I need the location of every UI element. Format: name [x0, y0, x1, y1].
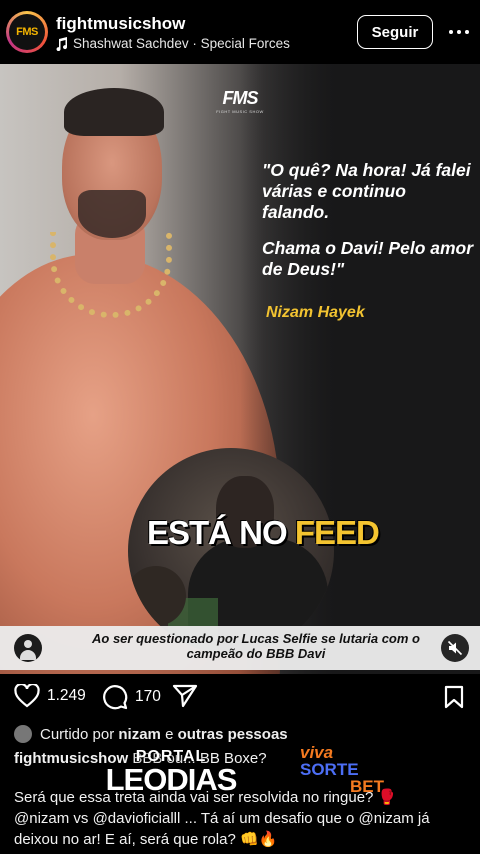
logo-main: FMS	[222, 88, 259, 108]
liked-by[interactable]: Curtido por nizam e outras pessoas	[14, 725, 288, 743]
like-count[interactable]: 1.249	[47, 687, 86, 705]
caption-bar: Ao ser questionado por Lucas Selfie se l…	[0, 626, 480, 670]
leodias-main: LEODIAS	[105, 762, 238, 797]
overlay-headline: ESTÁ NO FEED	[147, 514, 380, 552]
comment-icon[interactable]	[102, 684, 128, 710]
liked-user[interactable]: nizam	[118, 726, 161, 743]
liker-avatar	[14, 725, 32, 743]
avatar-logo: FMS	[9, 14, 45, 50]
quote-block: "O quê? Na hora! Já falei várias e conti…	[262, 160, 476, 295]
quote-line-1: "O quê? Na hora! Já falei várias e conti…	[262, 160, 471, 222]
person-hair	[64, 88, 164, 136]
user-icon[interactable]	[14, 634, 42, 662]
like-action[interactable]: 1.249	[14, 684, 86, 708]
username[interactable]: fightmusicshow	[56, 14, 185, 34]
bookmark-icon[interactable]	[444, 685, 464, 714]
liked-connector: e	[165, 725, 174, 743]
overlay-text-b: FEED	[294, 514, 380, 551]
mute-icon[interactable]	[441, 634, 469, 662]
portal-leodias-watermark: PORTAL LEODIAS	[96, 748, 246, 797]
comment-count[interactable]: 170	[135, 688, 161, 706]
video-second-person	[128, 566, 186, 626]
action-bar: 1.249 170	[0, 680, 480, 714]
post-media[interactable]: FMS FIGHT MUSIC SHOW "O quê? Na hora! Já…	[0, 64, 480, 674]
viva-1: viva	[300, 743, 334, 762]
share-action[interactable]	[172, 684, 198, 708]
person-beard	[78, 190, 146, 238]
vivasorte-watermark: viva SORTE BET	[300, 744, 384, 795]
profile-avatar[interactable]: FMS	[6, 11, 48, 53]
follow-button[interactable]: Seguir	[357, 15, 433, 49]
post-header: FMS fightmusicshow Shashwat Sachdev · Sp…	[0, 0, 480, 64]
music-label: Shashwat Sachdev · Special Forces	[73, 36, 290, 51]
share-icon[interactable]	[172, 684, 198, 708]
music-note-icon	[56, 36, 68, 51]
liked-others[interactable]: outras pessoas	[178, 726, 288, 743]
overlay-text-a: ESTÁ NO	[147, 514, 295, 551]
logo-sub: FIGHT MUSIC SHOW	[216, 109, 264, 114]
fms-logo: FMS FIGHT MUSIC SHOW	[212, 88, 268, 114]
viva-2: SORTE	[300, 760, 359, 779]
quote-line-2: Chama o Davi! Pelo amor de Deus!"	[262, 238, 474, 279]
video-caption: Ao ser questionado por Lucas Selfie se l…	[92, 631, 420, 661]
comment-action[interactable]: 170	[102, 684, 161, 710]
viva-3: BET	[350, 777, 384, 796]
more-icon[interactable]	[446, 22, 472, 42]
caption-line-3: @nizam vs @davioficialll ... Tá aí um de…	[14, 810, 430, 848]
liked-prefix: Curtido por	[40, 725, 115, 743]
heart-icon[interactable]	[14, 684, 40, 708]
music-attribution[interactable]: Shashwat Sachdev · Special Forces	[56, 36, 290, 51]
quote-author: Nizam Hayek	[266, 304, 365, 321]
